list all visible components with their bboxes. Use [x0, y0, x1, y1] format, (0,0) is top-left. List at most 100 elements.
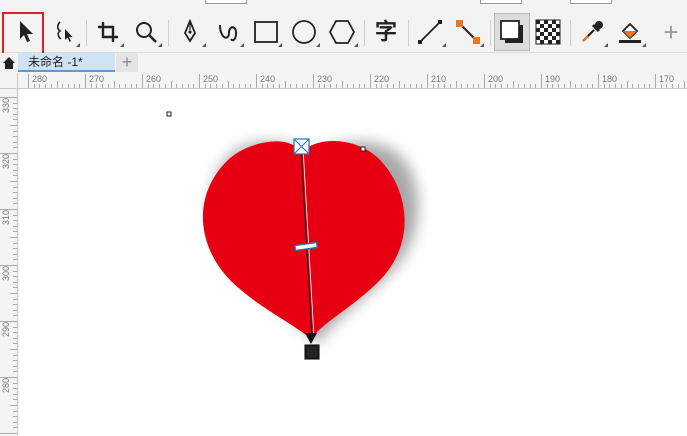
ruler-tick	[358, 84, 360, 88]
ruler-tick	[79, 84, 81, 88]
rectangle-tool-button[interactable]	[248, 13, 284, 51]
ruler-tick	[210, 84, 212, 88]
ruler-tick	[250, 84, 252, 88]
plus-icon: +	[663, 17, 679, 47]
ruler-tick	[478, 84, 480, 88]
connector-tool-button[interactable]	[450, 13, 486, 51]
line-tool-button[interactable]	[412, 13, 448, 51]
ruler-tick	[683, 81, 685, 88]
ruler-tick	[278, 84, 280, 88]
ruler-tick	[107, 84, 109, 88]
ruler-tick	[529, 84, 531, 88]
polygon-tool-button[interactable]	[324, 13, 360, 51]
eyedropper-tool-button[interactable]	[574, 13, 610, 51]
ruler-tick	[13, 332, 17, 334]
ruler-tick	[335, 84, 337, 88]
horizontal-ruler[interactable]: 280 270 260 250 240 230 220 210 200 190 …	[18, 73, 687, 89]
ruler-tick	[10, 237, 17, 238]
selection-node[interactable]	[166, 111, 172, 117]
home-icon[interactable]	[2, 56, 16, 70]
ruler-label: 280	[1, 377, 11, 393]
ruler-tick	[541, 74, 542, 88]
ruler-tick	[655, 74, 656, 88]
ruler-tick	[13, 304, 17, 306]
drop-shadow-icon	[500, 20, 523, 43]
ruler-tick	[552, 84, 554, 88]
heart-shape[interactable]	[202, 141, 405, 339]
shadow-start-handle[interactable]	[293, 138, 310, 155]
ruler-tick	[341, 81, 343, 88]
connector-icon	[456, 20, 480, 44]
document-tab[interactable]: 未命名 -1*	[18, 53, 115, 72]
ruler-tick	[113, 81, 115, 88]
ruler-tick	[13, 326, 17, 328]
ruler-origin[interactable]	[0, 73, 18, 89]
ruler-label: 290	[1, 321, 11, 337]
ruler-tick	[159, 84, 161, 88]
new-document-tab-button[interactable]: +	[116, 53, 138, 72]
ruler-tick	[45, 84, 47, 88]
text-tool-button[interactable]: 字	[368, 13, 404, 51]
ruler-tick	[518, 84, 520, 88]
ruler-tick	[643, 84, 645, 88]
pen-tool-button[interactable]	[172, 13, 208, 51]
ruler-tick	[330, 84, 332, 88]
shadow-end-handle[interactable]	[304, 344, 320, 360]
vertical-ruler[interactable]: 330 320 310 300 290 280	[0, 89, 18, 436]
ruler-tick	[13, 388, 17, 390]
ruler-tick	[233, 84, 235, 88]
transparency-tool-button[interactable]	[530, 13, 566, 51]
ellipse-icon	[292, 20, 316, 44]
flyout-indicator-icon	[604, 43, 608, 47]
ruler-tick	[375, 84, 377, 88]
ruler-tick	[33, 84, 35, 88]
ruler-tick	[0, 265, 17, 266]
ruler-tick	[164, 84, 166, 88]
ruler-tick	[28, 74, 29, 88]
property-field[interactable]	[570, 0, 612, 4]
toolbar-divider	[570, 20, 571, 46]
ruler-tick	[563, 84, 565, 88]
crop-tool-button[interactable]	[90, 13, 126, 51]
ruler-tick	[381, 84, 383, 88]
ruler-tick	[244, 84, 246, 88]
ruler-label: 280	[32, 74, 48, 84]
selection-node[interactable]	[360, 146, 366, 152]
canvas-artwork	[166, 111, 419, 360]
ruler-tick	[67, 84, 69, 88]
ruler-tick	[13, 141, 17, 143]
ruler-tick	[153, 84, 155, 88]
drop-shadow-tool-button[interactable]	[494, 13, 530, 51]
zoom-tool-button[interactable]	[128, 13, 164, 51]
curve-tool-button[interactable]	[210, 13, 246, 51]
ruler-label: 210	[431, 74, 447, 84]
transparency-icon	[535, 19, 561, 45]
add-tool-button[interactable]: +	[656, 13, 686, 51]
ruler-tick	[364, 84, 366, 88]
ruler-tick	[10, 349, 17, 350]
ruler-tick	[660, 84, 662, 88]
drawing-canvas[interactable]	[19, 89, 687, 436]
ruler-tick	[523, 84, 525, 88]
flyout-indicator-icon	[240, 43, 244, 47]
ruler-tick	[56, 81, 58, 88]
ruler-tick	[626, 81, 628, 88]
property-field[interactable]	[480, 0, 522, 4]
polygon-icon	[329, 20, 355, 44]
ruler-tick	[13, 399, 17, 401]
ellipse-tool-button[interactable]	[286, 13, 322, 51]
freehand-pick-tool-button[interactable]	[46, 13, 82, 51]
ruler-tick	[13, 253, 17, 255]
ruler-label: 190	[545, 74, 561, 84]
pick-tool-button[interactable]	[8, 13, 44, 51]
ruler-tick	[267, 84, 269, 88]
ruler-tick	[609, 84, 611, 88]
ruler-tick	[13, 186, 17, 188]
ruler-tick	[501, 84, 503, 88]
property-field[interactable]	[205, 0, 247, 4]
ruler-tick	[10, 405, 17, 406]
zoom-icon	[136, 22, 157, 43]
ruler-tick	[603, 84, 605, 88]
ruler-tick	[13, 287, 17, 289]
interactive-fill-tool-button[interactable]	[612, 13, 648, 51]
